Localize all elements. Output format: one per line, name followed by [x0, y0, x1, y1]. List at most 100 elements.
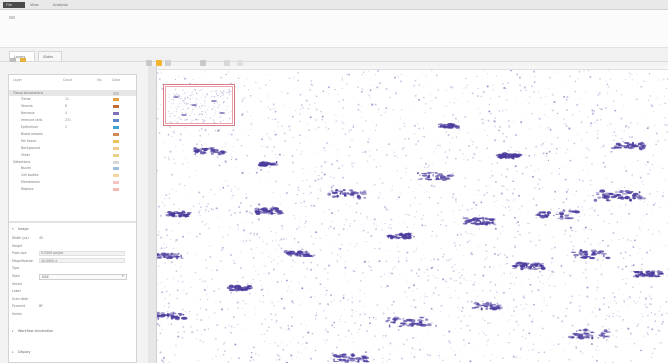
layer-color-swatch[interactable] — [113, 132, 119, 136]
property-key: Stain — [12, 274, 21, 278]
folder-icon[interactable] — [20, 58, 26, 62]
stain-select-value: H&E — [42, 274, 49, 279]
layer-row[interactable]: Tissue Annotations — [9, 90, 136, 96]
layer-color-swatch[interactable] — [113, 188, 119, 192]
layer-count: 231 — [65, 118, 72, 123]
property-key: Scan date — [12, 296, 28, 301]
property-row: Series — [9, 311, 136, 318]
slide-overview-minimap[interactable] — [163, 84, 235, 126]
property-key: Width (px) — [12, 236, 29, 240]
viewer-ruler — [158, 66, 668, 70]
stain-select[interactable] — [39, 273, 127, 280]
panel-scrollbar[interactable] — [9, 221, 136, 223]
property-row: Type — [9, 265, 136, 272]
section-display[interactable]: Display — [18, 350, 31, 354]
property-value: BF — [39, 304, 44, 309]
grid-icon[interactable] — [10, 58, 16, 62]
layer-row[interactable]: Detections — [9, 159, 136, 165]
property-row: Pyramid BF — [9, 303, 136, 310]
layer-color-swatch[interactable] — [113, 126, 119, 129]
overview-viewport-frame[interactable] — [165, 86, 233, 124]
menu-view[interactable]: View — [27, 2, 42, 8]
chevron-right-icon[interactable]: ▸ — [12, 329, 14, 333]
layer-row[interactable]: Membranes — [9, 180, 136, 186]
layer-color-swatch[interactable] — [113, 181, 119, 185]
layer-color-swatch[interactable] — [113, 146, 119, 150]
layer-label: Blood vessels — [21, 131, 43, 136]
layer-count: 4 — [65, 111, 68, 116]
toolbar-row: Layers Slides — [0, 49, 668, 62]
layer-label: Cell bodies — [21, 173, 39, 178]
layer-row[interactable]: Regions — [9, 187, 136, 193]
property-row: Vector — [9, 281, 136, 288]
menu-analysis[interactable]: Analysis — [50, 2, 71, 8]
property-value: 45 — [39, 236, 44, 240]
layer-table-header: Layer Count Vis Color — [9, 75, 136, 82]
layer-row[interactable]: Necrosis 4 — [9, 111, 136, 117]
layer-color-swatch[interactable] — [113, 139, 119, 143]
layer-count: 8 — [65, 104, 68, 109]
property-row: Pixel size 0.2500 µm/px — [9, 250, 136, 257]
property-row: Scan date — [9, 296, 136, 303]
header-color: Color — [112, 78, 121, 82]
layer-color-swatch[interactable] — [113, 160, 119, 164]
ribbon — [0, 10, 668, 48]
header-visibility: Vis — [97, 78, 102, 82]
layer-color-swatch[interactable] — [113, 119, 119, 123]
property-row: Label — [9, 288, 136, 295]
layer-color-swatch[interactable] — [113, 112, 119, 116]
property-value: 0.2500 µm/px — [41, 251, 64, 256]
layer-color-swatch[interactable] — [113, 153, 119, 157]
header-count: Count — [63, 78, 73, 82]
section-workflow-annotation[interactable]: Workflow Annotation — [18, 329, 53, 333]
layer-color-swatch[interactable] — [113, 105, 119, 109]
layer-label: Membranes — [21, 180, 40, 185]
property-row: Magnification 40.0000 x — [9, 258, 136, 265]
properties-title: Image — [18, 227, 29, 231]
viewer-side-strip — [148, 66, 157, 363]
property-key: Vector — [12, 281, 23, 286]
layer-row[interactable]: Cell bodies — [9, 173, 136, 179]
property-key: Pixel size — [12, 251, 27, 256]
property-key: Label — [12, 289, 21, 294]
layer-label: Tumor — [21, 97, 31, 102]
property-row: Stain H&E ▾ — [9, 273, 136, 280]
layer-row[interactable]: Immune cells 231 — [9, 118, 136, 124]
layer-row[interactable]: Epithelium 2 — [9, 125, 136, 131]
property-key: Series — [12, 312, 22, 316]
layer-row[interactable]: Stroma 8 — [9, 104, 136, 110]
property-key: Height — [12, 243, 23, 248]
layer-color-swatch[interactable] — [113, 98, 119, 102]
layer-label: Stroma — [21, 104, 33, 109]
layer-row[interactable]: Background — [9, 145, 136, 151]
tab-slides[interactable]: Slides — [38, 51, 62, 61]
header-layer: Layer — [13, 78, 22, 82]
layer-label: Detections — [13, 159, 31, 164]
layer-color-swatch[interactable] — [113, 91, 119, 95]
layer-label: Necrosis — [21, 111, 35, 116]
chevron-right-icon[interactable]: ▸ — [12, 350, 14, 354]
layer-color-swatch[interactable] — [113, 174, 119, 178]
property-key: Type — [12, 266, 20, 271]
layer-label: Immune cells — [21, 118, 43, 123]
property-row: Width (px) 45 — [9, 235, 136, 242]
property-key: Pyramid — [12, 304, 26, 309]
chevron-down-icon[interactable]: ▾ — [12, 227, 14, 231]
chevron-down-icon[interactable]: ▾ — [122, 274, 124, 278]
layer-row[interactable]: Tumor 12 — [9, 97, 136, 103]
menu-file[interactable]: File — [3, 2, 25, 8]
layer-label: Background — [21, 145, 41, 150]
layer-row[interactable]: Nuclei — [9, 166, 136, 172]
layer-row[interactable]: Blood vessels — [9, 131, 136, 137]
layer-label: Fat tissue — [21, 138, 37, 143]
layer-color-swatch[interactable] — [113, 167, 119, 171]
layer-label: Nuclei — [21, 166, 31, 171]
property-value: 40.0000 x — [41, 258, 58, 263]
ribbon-tool[interactable] — [9, 15, 21, 23]
property-key: Magnification — [12, 258, 34, 263]
app-window: File View Analysis Layers Slides Layer C… — [0, 0, 668, 363]
layer-row[interactable]: Other — [9, 152, 136, 158]
layer-count: 12 — [65, 97, 70, 102]
layer-row[interactable]: Fat tissue — [9, 138, 136, 144]
tool-icon — [9, 16, 15, 19]
